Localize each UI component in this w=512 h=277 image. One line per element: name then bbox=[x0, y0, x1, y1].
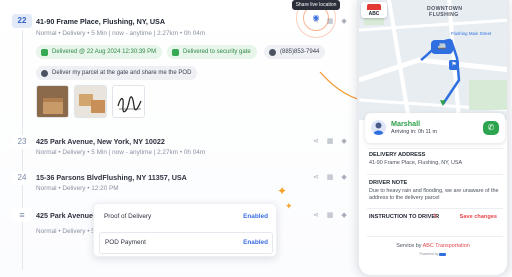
brand-logo: ABC bbox=[361, 2, 387, 18]
share-location-icon[interactable]: ◉ bbox=[310, 13, 322, 23]
customer-tracking-phone: ABC DOWNTOWN FLUSHING Flushing Main Stre… bbox=[357, 0, 509, 277]
delivered-to-pill: Delivered to security gate bbox=[167, 45, 257, 59]
row-actions[interactable]: ⋖ ▦ ◆ bbox=[313, 211, 350, 219]
edit-icon[interactable]: ✎ bbox=[433, 213, 438, 220]
driver-avatar bbox=[371, 120, 386, 135]
driver-card: Marshall Arriving in: 0h 11 m ✆ bbox=[365, 113, 505, 143]
parcel-photo bbox=[75, 86, 106, 117]
pod-photo-2[interactable] bbox=[74, 85, 107, 118]
powered-by-text: Powered by bbox=[419, 252, 439, 256]
settings-card: Proof of Delivery Enabled POD Payment En… bbox=[93, 203, 277, 257]
delivered-status-pill: Delivered @ 22 Aug 2024 12:30:39 PM bbox=[36, 45, 163, 59]
chat-icon bbox=[41, 69, 48, 77]
stop-number: 24 bbox=[12, 171, 32, 185]
driver-note-text: Due to heavy rain and flooding, we are u… bbox=[369, 188, 499, 201]
customer-note-pill: Deliver my parcel at the gate and share … bbox=[36, 66, 198, 80]
powered-by-logo bbox=[439, 252, 447, 256]
divider bbox=[367, 148, 503, 149]
service-by-prefix: Service by bbox=[396, 243, 422, 249]
vehicle-marker-icon[interactable]: 🚐 bbox=[431, 40, 453, 54]
route-end-icon: ≡ bbox=[12, 208, 32, 222]
map-label-station: Flushing Main Street bbox=[451, 31, 492, 36]
driver-note-title: DRIVER NOTE bbox=[369, 180, 408, 186]
settings-label: POD Payment bbox=[105, 239, 146, 246]
stop-number: 23 bbox=[12, 135, 32, 149]
stop-meta: Normal • Delivery • 12:20 PM bbox=[36, 185, 119, 192]
service-by-line: Service by ABC Transportation bbox=[359, 243, 507, 249]
delivered-status-text: Delivered @ 22 Aug 2024 12:30:39 PM bbox=[52, 49, 157, 55]
parcel-photo bbox=[37, 86, 68, 117]
check-icon bbox=[41, 48, 48, 56]
stop-address[interactable]: 425 Park Avenue, New York, NY 10022 bbox=[36, 137, 165, 146]
page-root: 22 41-90 Frame Place, Flushing, NY, USA … bbox=[0, 0, 512, 277]
stop-marker-icon[interactable]: ⚑ bbox=[449, 60, 459, 70]
person-icon bbox=[373, 122, 384, 135]
service-by-brand[interactable]: ABC Transportation bbox=[423, 243, 470, 249]
settings-label: Proof of Delivery bbox=[104, 213, 152, 220]
settings-row-pod-payment[interactable]: POD Payment Enabled bbox=[99, 232, 273, 254]
tracking-map[interactable]: ABC DOWNTOWN FLUSHING Flushing Main Stre… bbox=[359, 0, 507, 120]
driver-name: Marshall bbox=[391, 119, 421, 128]
divider bbox=[367, 236, 503, 237]
divider bbox=[367, 174, 503, 175]
settings-value[interactable]: Enabled bbox=[243, 239, 268, 246]
phone-number-text: (885)853-7944 bbox=[280, 49, 320, 55]
sparkle-icon: ✦ bbox=[285, 201, 293, 211]
settings-row-proof-of-delivery[interactable]: Proof of Delivery Enabled bbox=[94, 207, 276, 229]
gate-icon bbox=[172, 48, 179, 56]
call-driver-button[interactable]: ✆ bbox=[483, 121, 499, 135]
signature-image bbox=[117, 96, 142, 113]
delivery-address-text: 41-90 Frame Place, Flushing, NY, USA bbox=[369, 160, 463, 166]
logo-roof-icon bbox=[367, 4, 381, 10]
settings-value[interactable]: Enabled bbox=[243, 213, 268, 220]
map-background bbox=[359, 0, 507, 120]
map-label-flushing: FLUSHING bbox=[429, 12, 459, 18]
divider bbox=[367, 208, 503, 209]
stop-number: 22 bbox=[12, 14, 32, 28]
phone-pill[interactable]: (885)853-7944 bbox=[264, 45, 326, 59]
delivery-address-title: DELIVERY ADDRESS bbox=[369, 152, 426, 158]
share-live-location-tooltip: Share live location bbox=[292, 0, 340, 10]
powered-by-line: Powered by bbox=[359, 252, 507, 256]
stop-meta: Normal • Delivery • 5 Min | now - anytim… bbox=[36, 149, 206, 156]
phone-icon bbox=[269, 48, 276, 56]
destination-pin-icon[interactable]: ▼ bbox=[438, 98, 448, 109]
timeline-line bbox=[22, 30, 23, 270]
stop-meta: Normal • Delivery • 5 Min | now - anytim… bbox=[36, 30, 206, 37]
stop-address[interactable]: 41-90 Frame Place, Flushing, NY, USA bbox=[36, 17, 165, 26]
customer-note-text: Deliver my parcel at the gate and share … bbox=[52, 70, 192, 76]
pod-photo-1[interactable] bbox=[36, 85, 69, 118]
pod-signature[interactable] bbox=[112, 85, 145, 118]
stop-address[interactable]: 15-36 Parsons BlvdFlushing, NY 11357, US… bbox=[36, 173, 187, 182]
instruction-to-driver-title: INSTRUCTION TO DRIVER bbox=[369, 214, 440, 220]
save-changes-link[interactable]: Save changes bbox=[460, 214, 497, 220]
row-actions[interactable]: ⋖ ▦ ◆ bbox=[313, 173, 350, 181]
sparkle-icon: ✦ bbox=[277, 184, 288, 198]
delivered-to-text: Delivered to security gate bbox=[183, 49, 251, 55]
phone-icon: ✆ bbox=[487, 123, 495, 132]
row-actions[interactable]: ⋖ ▦ ◆ bbox=[313, 137, 350, 145]
arrival-eta: Arriving in: 0h 11 m bbox=[391, 129, 438, 135]
logo-text: ABC bbox=[368, 11, 380, 17]
